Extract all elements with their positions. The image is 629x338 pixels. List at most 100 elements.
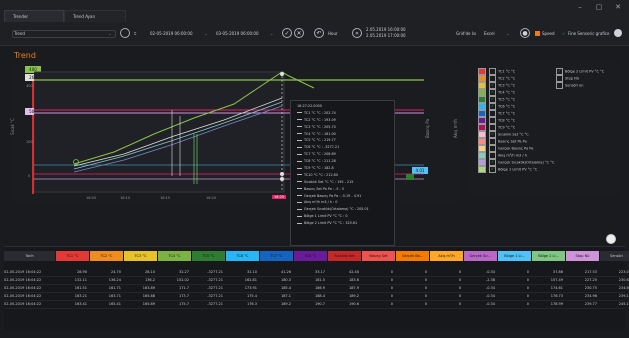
legend-swatch [478, 145, 486, 152]
grid-header-cell[interactable]: TC1 °C [56, 251, 89, 261]
legend-checkbox[interactable] [489, 152, 496, 159]
speed-checkbox[interactable] [535, 31, 540, 36]
legend-checkbox[interactable] [489, 110, 496, 117]
legend-checkbox[interactable]: ✓ [556, 68, 563, 75]
grid-header-cell[interactable]: Gerçek Sıc... [464, 251, 497, 261]
table-row[interactable]: 02-05-2019 16:04:22 163.41 165.41 165.89 175… [4, 301, 629, 309]
table-cell: 32.27 [178, 270, 189, 274]
grid-header-cell[interactable]: TC3 °C [124, 251, 157, 261]
grid-header-cell[interactable]: Stop Nü [566, 251, 599, 261]
legend-item[interactable]: ✓ Sıcaklık Set °C °C [478, 131, 558, 138]
legend-item[interactable]: TC1 °C °C [478, 68, 558, 75]
grid-header-cell[interactable]: TC6 °C [226, 251, 259, 261]
legend-checkbox[interactable]: ✓ [489, 131, 496, 138]
rewind-icon[interactable]: « [352, 28, 362, 38]
maximize-icon[interactable]: ▢ [593, 2, 605, 12]
legend-item[interactable]: Stop Nü [556, 75, 618, 82]
legend-item[interactable]: ✓ Bölge 1 Limit PV °C °C [478, 166, 558, 173]
legend-checkbox[interactable] [489, 117, 496, 124]
clear-x-icon[interactable]: ✕ [294, 28, 304, 38]
legend-item[interactable]: TC7 °C °C [478, 110, 558, 117]
legend-item[interactable]: ✓ TC6 °C °C [478, 103, 558, 110]
grid-header-cell[interactable]: TC5 °C [192, 251, 225, 261]
back-arrow-icon[interactable]: ↶ [314, 28, 324, 38]
table-cell: 165.88 [142, 294, 155, 298]
legend-checkbox[interactable] [556, 75, 563, 82]
minimize-icon[interactable]: – [574, 2, 586, 12]
legend-checkbox[interactable] [489, 75, 496, 82]
legend-item[interactable]: Basınç Set Pa Pa [478, 138, 558, 145]
legend-checkbox[interactable]: ✓ [489, 103, 496, 110]
legend-checkbox[interactable]: ✓ [489, 89, 496, 96]
trend-select[interactable] [12, 30, 116, 38]
table-cell: 190.6 [348, 302, 359, 306]
scroll-down-icon[interactable] [606, 234, 616, 244]
tooltip-row: TC7 °C °C : 208.89 [291, 151, 394, 158]
legend-checkbox[interactable] [556, 82, 563, 89]
legend-checkbox[interactable]: ✓ [489, 96, 496, 103]
legend-item[interactable]: ✓ TC3 °C °C [478, 82, 558, 89]
grid-header-cell[interactable]: Gerçek Ba... [396, 251, 429, 261]
grid-header-cell[interactable]: TC8 °C [294, 251, 327, 261]
legend-item[interactable]: ✓ TC5 °C °C [478, 96, 558, 103]
table-row[interactable]: 02-05-2019 16:04:22 163.21 163.71 165.88 173… [4, 293, 629, 301]
legend-checkbox[interactable] [489, 145, 496, 152]
tooltip-row-text: Gerçek Basınç Pa Pa : -5.19 - 4.91 [304, 193, 362, 198]
table-row[interactable]: 02-05-2019 16:04:22 28.90 24.70 28.10 32.27 -… [4, 269, 629, 277]
legend-item[interactable]: TC9 °C °C [478, 124, 558, 131]
legend-item[interactable]: ✓ Bölge 2 Limit PV °C °C [556, 68, 618, 75]
legend-item[interactable]: Sensörl on [556, 82, 618, 89]
grid-header-cell[interactable]: TC7 °C [260, 251, 293, 261]
close-icon[interactable]: ✕ [612, 2, 624, 12]
legend-item[interactable]: TC2 °C °C [478, 75, 558, 82]
legend-label: TC3 °C °C [498, 83, 516, 88]
grid-header-cell[interactable]: TC2 °C [90, 251, 123, 261]
grid-header-cell[interactable]: Bölge 2 Li... [532, 251, 565, 261]
grid-header-cell[interactable]: TC4 °C [158, 251, 191, 261]
tab-trender[interactable]: Trender [4, 10, 64, 22]
legend-item[interactable]: Gerçek Basınç Pa Pa [478, 145, 558, 152]
legend-swatch [478, 117, 486, 124]
legend-checkbox[interactable] [489, 68, 496, 75]
grid-header-cell[interactable]: Akış m³/h [430, 251, 463, 261]
range-end: 2.05.2019 17:00:00 [366, 33, 406, 38]
end-date-field[interactable]: 03-05-2019 06:00:00 [216, 30, 258, 38]
legend-checkbox[interactable]: ✓ [489, 166, 496, 173]
table-cell: 0 [526, 270, 529, 274]
legend-list: TC1 °C °C TC2 °C °C ✓ TC3 °C °C ✓ TC4 °C °C ✓ T… [478, 68, 558, 173]
table-row[interactable]: 02-05-2019 16:04:22 161.51 161.71 163.89 171… [4, 285, 629, 293]
gear-icon[interactable] [614, 29, 622, 37]
legend-checkbox[interactable]: ✓ [489, 159, 496, 166]
legend-item[interactable]: TC8 °C °C [478, 117, 558, 124]
legend-checkbox[interactable] [489, 124, 496, 131]
grid-header-cell[interactable]: Bölge 1 Li... [498, 251, 531, 261]
tooltip-row-text: TC10 °C °C : 212.60 [304, 172, 338, 177]
check-icon[interactable]: ✓ [562, 30, 565, 38]
legend-item[interactable]: ✓ Gerçek Sıcaklık(Ortalama) °C °C [478, 159, 558, 166]
end-date-dropdown-icon[interactable]: ⌄ [270, 30, 273, 38]
export-select[interactable]: Excel [484, 30, 495, 38]
grid-header-cell[interactable]: Sensörl [600, 251, 629, 261]
legend-checkbox[interactable]: ✓ [489, 82, 496, 89]
grid-header-cell[interactable]: Sıcaklık Set [328, 251, 361, 261]
record-icon[interactable]: ● [520, 28, 530, 38]
table-row[interactable]: 02-05-2019 16:04:22 132.11 136.24 136.2 152.… [4, 277, 629, 285]
tooltip-time: 16:27:22.0000 [297, 104, 322, 108]
series-dash-icon [297, 208, 302, 210]
hour-label[interactable]: Hour [328, 30, 338, 38]
tab-trend-settings[interactable]: Trend Ayarı [64, 10, 126, 22]
settings-gear-icon[interactable] [120, 28, 130, 38]
legend-item[interactable]: Akış m³/h m3 / h [478, 152, 558, 159]
start-date-dropdown-icon[interactable]: ⌄ [204, 30, 207, 38]
table-cell: 190.7 [314, 302, 325, 306]
grid-header-cell[interactable]: Basınç Set [362, 251, 395, 261]
apply-check-icon[interactable]: ✓ [282, 28, 292, 38]
chevron-down-icon[interactable]: ⌄ [108, 30, 111, 38]
chart-icon[interactable]: ⌗ [134, 30, 136, 38]
grid-header-cell[interactable]: Tarih [4, 251, 55, 261]
export-dropdown-icon[interactable]: ⌄ [506, 30, 509, 38]
table-cell: 181.5 [314, 278, 325, 282]
legend-checkbox[interactable] [489, 138, 496, 145]
legend-item[interactable]: ✓ TC4 °C °C [478, 89, 558, 96]
start-date-field[interactable]: 02-05-2019 06:00:00 [150, 30, 192, 38]
